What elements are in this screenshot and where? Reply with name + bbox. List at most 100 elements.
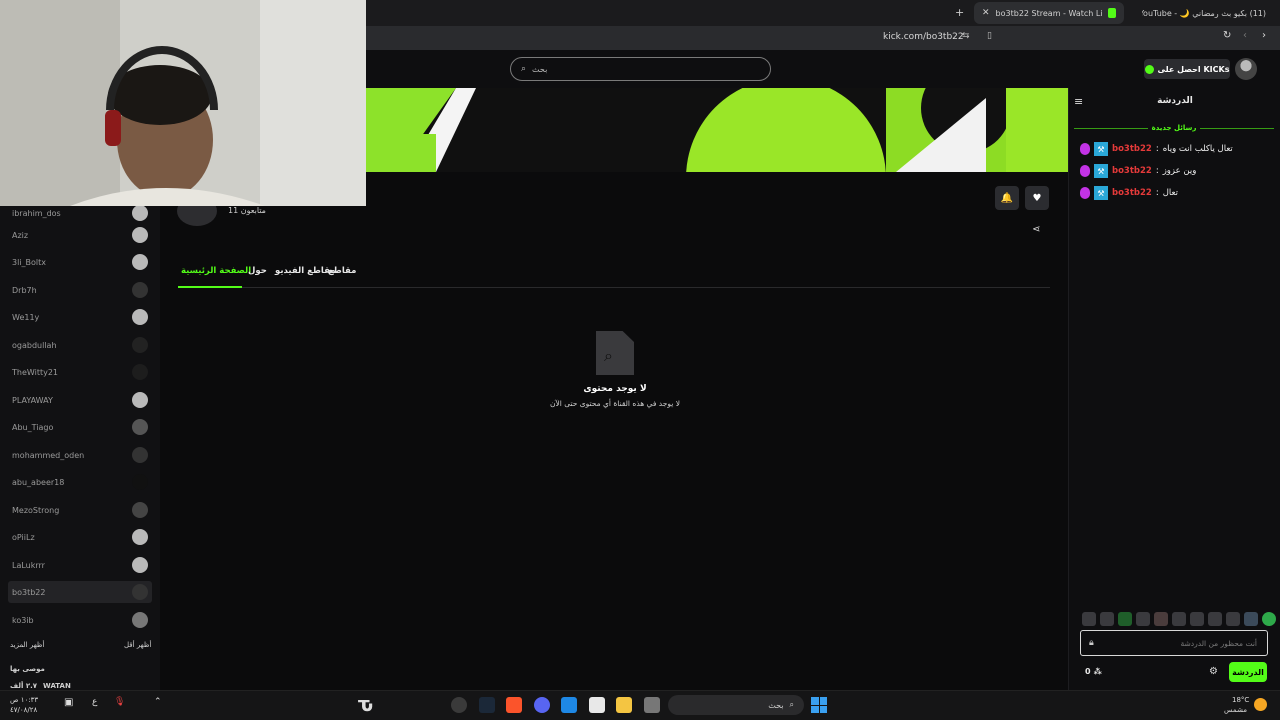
tab-clips[interactable]: مقاطع [328, 266, 356, 276]
obs-icon[interactable] [451, 697, 467, 713]
sidebar-item-selected[interactable]: bo3tb22 [8, 581, 152, 603]
share-icon[interactable]: ⋖ [1032, 224, 1040, 235]
bookmark-icon[interactable]: ▯ [987, 31, 992, 41]
chat-message[interactable]: ⚒ bo3tb22: وين عزوز [1080, 163, 1270, 179]
notification-bell-button[interactable]: 🔔 [995, 186, 1019, 210]
sidebar-item[interactable]: mohammed_oden [8, 444, 152, 466]
get-kicks-button[interactable]: احصل على KICKs [1144, 59, 1230, 79]
windows-start-icon[interactable] [811, 697, 827, 713]
emote-icon[interactable] [1208, 612, 1222, 626]
chat-input[interactable]: أنت محظور من الدردشة [1080, 630, 1268, 656]
microphone-icon[interactable]: 🎙︎ [114, 697, 125, 707]
file-explorer-icon[interactable] [616, 697, 632, 713]
tab-about[interactable]: حول [248, 266, 267, 276]
sidebar-item[interactable]: abu_abeer18 [8, 471, 152, 493]
new-tab-icon[interactable]: + [955, 6, 964, 19]
site-settings-icon[interactable]: ⇆ [962, 31, 970, 41]
sidebar-item-label: Aziz [12, 230, 29, 240]
banner-artwork [366, 88, 1068, 172]
heart-icon: ♥ [1032, 192, 1042, 204]
tab-videos[interactable]: مقاطع الفيديو [275, 266, 335, 276]
taskbar-time: ١٠:٣٣ ص [10, 696, 39, 704]
get-kicks-label: احصل على KICKs [1157, 64, 1230, 74]
sidebar-item[interactable]: ogabdullah [8, 334, 152, 356]
channel-avatar-icon [132, 584, 148, 600]
close-icon[interactable]: ✕ [982, 8, 990, 18]
lock-icon: 🔒︎ [1089, 638, 1094, 648]
chat-username[interactable]: bo3tb22 [1112, 188, 1152, 198]
channel-avatar-icon [132, 254, 148, 270]
emote-icon[interactable] [1190, 612, 1204, 626]
tab-home[interactable]: الصفحة الرئيسية [181, 266, 251, 276]
recommended-item[interactable]: ٢.٧ ألف WATAN [10, 682, 71, 690]
brave-icon[interactable] [506, 697, 522, 713]
emote-icon[interactable] [1136, 612, 1150, 626]
language-icon[interactable]: ع [92, 697, 97, 707]
sidebar-item[interactable]: LaLukrrr [8, 554, 152, 576]
sidebar-item[interactable]: TheWitty21 [8, 361, 152, 383]
search-icon: ⌕ [789, 700, 794, 709]
outlook-icon[interactable] [561, 697, 577, 713]
sidebar-item[interactable]: MezoStrong [8, 499, 152, 521]
emote-icon[interactable] [1154, 612, 1168, 626]
emote-icon[interactable] [1226, 612, 1240, 626]
follow-button[interactable]: ♥ [1025, 186, 1049, 210]
sidebar-item[interactable]: 3li_Boltx [8, 251, 152, 273]
sidebar-item[interactable]: Aziz [8, 224, 152, 246]
chat-username[interactable]: bo3tb22 [1112, 144, 1152, 154]
sun-icon[interactable] [1254, 698, 1267, 711]
sidebar-item[interactable]: PLAYAWAY [8, 389, 152, 411]
store-icon[interactable] [589, 697, 605, 713]
tab-kick-stream[interactable]: ✕ bo3tb22 Stream - Watch Live on [974, 2, 1124, 24]
sidebar-item[interactable]: Drb7h [8, 279, 152, 301]
show-less-link[interactable]: أظهر أقل [124, 641, 151, 649]
forward-icon[interactable]: › [1262, 30, 1266, 41]
sidebar-item[interactable]: We11y [8, 306, 152, 328]
emote-icon[interactable] [1100, 612, 1114, 626]
send-chat-button[interactable]: الدردشة [1229, 662, 1267, 682]
channel-avatar-icon [132, 419, 148, 435]
chat-text: تعال [1162, 188, 1178, 198]
user-avatar[interactable] [1235, 58, 1257, 80]
channel-points[interactable]: 0 ⁂ [1085, 667, 1102, 676]
chat-message[interactable]: ⚒ bo3tb22: تعال [1080, 185, 1270, 201]
sidebar-item[interactable]: oPiiLz [8, 526, 152, 548]
tab-youtube[interactable]: (11) بكيو بث رمضاني 🌙 - YouTube [1134, 2, 1274, 24]
task-view-icon[interactable] [644, 697, 660, 713]
search-icon: ⌕ [521, 64, 527, 74]
emote-icon[interactable] [1244, 612, 1258, 626]
reload-icon[interactable]: ↻ [1223, 30, 1231, 41]
search-input[interactable]: ⌕ بحث [510, 57, 771, 81]
emote-icon[interactable] [1082, 612, 1096, 626]
chevron-up-icon[interactable]: ⌃ [154, 697, 162, 707]
emote-icon[interactable] [1118, 612, 1132, 626]
steam-icon[interactable] [479, 697, 495, 713]
search-placeholder: بحث [532, 64, 548, 74]
recommended-title: موصى بها [10, 665, 45, 673]
back-icon[interactable]: ‹ [1243, 30, 1247, 41]
webcam-person-image [0, 0, 366, 206]
tab-youtube-label: (11) بكيو بث رمضاني 🌙 - YouTube [1142, 8, 1266, 18]
discord-icon[interactable] [534, 697, 550, 713]
channel-tabs: الصفحة الرئيسية حول مقاطع الفيديو مقاطع [178, 262, 1050, 288]
sidebar-item-label: 3li_Boltx [12, 257, 47, 267]
kick-logo-icon [1107, 8, 1116, 18]
sidebar-item[interactable]: Abu_Tiago [8, 416, 152, 438]
sidebar-item-label: ko3ib [12, 615, 34, 625]
sidebar-item-label: mohammed_oden [12, 450, 85, 460]
taskbar-search-input[interactable]: بحث ⌕ [668, 695, 804, 715]
taskbar-date: ٤٧/٠٨/٢٨ [10, 706, 38, 714]
notification-icon[interactable]: ▣ [64, 697, 73, 708]
moderator-badge-icon: ⚒ [1094, 186, 1108, 200]
emote-icon[interactable] [1172, 612, 1186, 626]
collapse-chat-icon[interactable]: ≡ [1074, 95, 1083, 108]
chat-message[interactable]: ⚒ bo3tb22: تعال ياكلب انت وياه [1080, 141, 1270, 157]
sidebar-item[interactable]: ko3ib [8, 609, 152, 631]
chat-settings-icon[interactable]: ⚙ [1209, 666, 1218, 677]
url-text[interactable]: kick.com/bo3tb22 [883, 32, 964, 42]
chat-username[interactable]: bo3tb22 [1112, 166, 1152, 176]
show-more-link[interactable]: أظهر المزيد [10, 641, 44, 649]
emote-icon[interactable] [1262, 612, 1276, 626]
sidebar-item-label: LaLukrrr [12, 560, 45, 570]
empty-subtitle: لا يوجد في هذه القناة أي محتوى حتى الآن [549, 399, 681, 408]
